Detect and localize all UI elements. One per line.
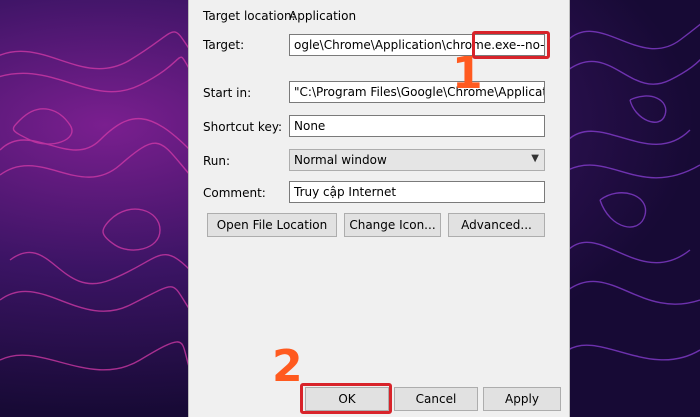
shortcut-key-input[interactable]: None [289, 115, 545, 137]
target-location-label: Target location: [203, 9, 296, 23]
comment-label: Comment: [203, 186, 266, 200]
comment-input[interactable]: Truy cập Internet [289, 181, 545, 203]
step-2-callout: 2 [272, 341, 303, 392]
run-label: Run: [203, 154, 231, 168]
run-select-value: Normal window [294, 153, 387, 167]
comment-value: Truy cập Internet [294, 185, 397, 199]
chevron-down-icon: ▼ [531, 153, 539, 164]
change-icon-button[interactable]: Change Icon... [344, 213, 441, 237]
step-1-callout: 1 [452, 48, 483, 99]
apply-button[interactable]: Apply [483, 387, 561, 411]
shortcut-key-value: None [294, 119, 326, 133]
start-in-input[interactable]: "C:\Program Files\Google\Chrome\Applicat… [289, 81, 545, 103]
run-select[interactable]: Normal window ▼ [289, 149, 545, 171]
target-suffix-highlight [472, 31, 550, 59]
start-in-value: "C:\Program Files\Google\Chrome\Applicat… [294, 85, 545, 99]
ok-button-highlight [300, 383, 392, 414]
open-file-location-button[interactable]: Open File Location [207, 213, 337, 237]
target-label: Target: [203, 38, 245, 52]
start-in-label: Start in: [203, 86, 252, 100]
target-location-value: Application [289, 9, 357, 23]
shortcut-key-label: Shortcut key: [203, 120, 283, 134]
advanced-button[interactable]: Advanced... [448, 213, 545, 237]
shortcut-properties-dialog: Target location: Application Target: ogl… [188, 0, 570, 417]
cancel-button[interactable]: Cancel [394, 387, 478, 411]
